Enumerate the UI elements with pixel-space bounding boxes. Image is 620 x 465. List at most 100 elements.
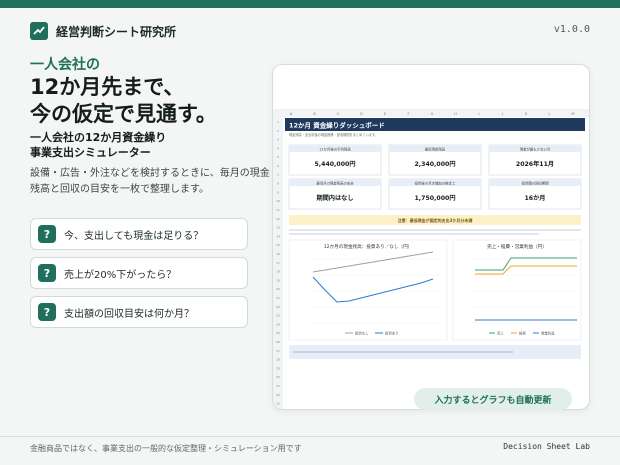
kpi-value: 2,340,000円 [414, 161, 455, 168]
row-number: 22 [276, 305, 280, 309]
column-letter: D [360, 112, 363, 116]
row-number: 25 [276, 331, 280, 335]
footer-divider [0, 436, 620, 437]
kpi-card: 現金が最も少ない月 2026年11月 [488, 144, 582, 176]
row-number: 8 [277, 182, 279, 186]
column-letter: M [572, 112, 575, 116]
legend-label: 投資あり [385, 331, 399, 336]
kpi-value: 16か月 [525, 194, 546, 202]
row-number: 6 [277, 164, 279, 168]
hero-eyebrow: 一人会社の [30, 57, 100, 73]
legend-label: 営業利益 [541, 331, 555, 336]
row-number: 19 [276, 278, 280, 282]
kpi-card: 最低月の現金残高の安全 期間内はなし [288, 178, 382, 210]
row-number: 11 [276, 208, 280, 212]
kpi-card: 最低現金残高 2,340,000円 [388, 144, 482, 176]
question-mark-icon: ? [38, 225, 56, 243]
column-letter: L [549, 112, 551, 116]
question-card[interactable]: ? 売上が20%下がったら？ [30, 257, 248, 289]
dashboard-title: 12か月 資金繰りダッシュボード [289, 121, 385, 130]
footer-disclaimer: 金融商品ではなく、事業支出の一般的な仮定整理・シミュレーション用です [30, 444, 302, 453]
hero-subhead: 一人会社の12か月資金繰り 事業支出シミュレーター [30, 130, 166, 160]
hero-description: 設備・広告・外注などを検討するときに、毎月の現金残高と回収の目安を一枚で整理しま… [30, 168, 270, 195]
row-number: 30 [276, 375, 280, 379]
kpi-label: 最低月の現金残高の安全 [316, 181, 354, 186]
dashboard-description: 現金残高・支出前後の現金推移・回収期間をまとめています。 [289, 132, 378, 137]
row-number: 32 [276, 393, 280, 397]
kpi-card: 投資後の月次増加の推定上 1,750,000円 [388, 178, 482, 210]
headline-line-2: 今の仮定で見通す。 [30, 102, 217, 126]
kpi-label: 投資後の月次増加の推定上 [415, 181, 456, 186]
version-label: v1.0.0 [553, 24, 590, 35]
legend-label: 売上 [497, 331, 504, 336]
placeholder-text-line [293, 351, 513, 353]
hero-headline: 12か月先まで、 今の仮定で見通す。 [30, 74, 217, 128]
row-number: 9 [277, 190, 279, 194]
row-number: 31 [276, 384, 280, 388]
placeholder-text-line [289, 229, 581, 231]
row-number: 10 [276, 199, 280, 203]
row-number: 33 [276, 402, 280, 406]
auto-update-badge: 入力するとグラフも自動更新 [414, 388, 572, 410]
brand-name: 経営判断シート研究所 [56, 24, 177, 39]
row-number: 23 [276, 314, 280, 318]
row-number: 3 [277, 138, 279, 142]
cash-balance-chart: 12か月の現金残高：投資あり／なし（円） 投資なし 投資あり [288, 239, 448, 341]
row-number: 5 [277, 155, 279, 159]
footer-brand: Decision Sheet Lab [503, 442, 590, 451]
kpi-value: 期間内はなし [316, 194, 353, 202]
legend-label: 投資なし [355, 331, 369, 336]
row-number: 15 [276, 243, 280, 247]
row-number: 12 [276, 217, 280, 221]
question-card[interactable]: ? 今、支出しても現金は足りる？ [30, 218, 248, 250]
row-number: 18 [276, 270, 280, 274]
question-card[interactable]: ? 支出額の回収目安は何か月？ [30, 296, 248, 328]
top-accent-bar [0, 0, 620, 8]
sales-expense-chart: 売上・経費・営業利益（円） 売上 経費 営業利益 [452, 239, 582, 341]
kpi-card: 12か月後の平均残高 5,440,000円 [288, 144, 382, 176]
spreadsheet-preview: ABCDEFGHIJKLM 1 2 3 4 5 6 7 8 9 10 11 12 13 14 15 16 17 1… [272, 64, 590, 410]
column-letter: I [479, 112, 480, 116]
notice-text: 注意：最低現金が固定的支出3か月分未満 [398, 217, 473, 223]
column-letter: J [501, 112, 503, 116]
kpi-label: 現金が最も少ない月 [520, 147, 551, 152]
headline-line-1: 12か月先まで、 [30, 75, 185, 99]
row-number: 24 [276, 322, 280, 326]
row-number: 27 [276, 349, 280, 353]
subhead-line-2: 事業支出シミュレーター [30, 146, 151, 159]
kpi-label: 最低現金残高 [425, 147, 446, 152]
column-letter: E [384, 112, 386, 116]
subhead-line-1: 一人会社の12か月資金繰り [30, 131, 167, 144]
row-number: 28 [276, 358, 280, 362]
row-number: 1 [277, 120, 279, 124]
kpi-label: 投資額の回収期間 [521, 181, 549, 186]
kpi-value: 2026年11月 [516, 160, 554, 168]
kpi-card: 投資額の回収期間 16か月 [488, 178, 582, 210]
row-number: 2 [277, 129, 279, 133]
brand-logo: 経営判断シート研究所 [30, 22, 176, 40]
question-mark-icon: ? [38, 264, 56, 282]
placeholder-text-line [289, 233, 539, 235]
legend-label: 経費 [519, 331, 526, 336]
chart-up-icon [30, 22, 48, 40]
kpi-value: 1,750,000円 [414, 195, 455, 202]
row-number: 4 [277, 146, 279, 150]
chart-title: 売上・経費・営業利益（円） [487, 243, 547, 250]
row-number: 21 [276, 296, 280, 300]
chart-title: 12か月の現金残高：投資あり／なし（円） [324, 243, 413, 250]
question-text: 支出額の回収目安は何か月？ [64, 308, 194, 320]
question-list: ? 今、支出しても現金は足りる？ ? 売上が20%下がったら？ ? 支出額の回収… [30, 218, 248, 335]
row-number: 26 [276, 340, 280, 344]
question-text: 今、支出しても現金は足りる？ [64, 230, 204, 242]
kpi-value: 5,440,000円 [314, 161, 355, 168]
row-number: 29 [276, 366, 280, 370]
row-number: 7 [277, 173, 279, 177]
column-letter: H [454, 112, 457, 116]
row-number: 13 [276, 226, 280, 230]
row-number: 14 [276, 234, 280, 238]
row-number: 20 [276, 287, 280, 291]
row-number: 16 [276, 252, 280, 256]
column-letter: F [408, 112, 410, 116]
question-mark-icon: ? [38, 303, 56, 321]
row-number: 17 [276, 261, 280, 265]
